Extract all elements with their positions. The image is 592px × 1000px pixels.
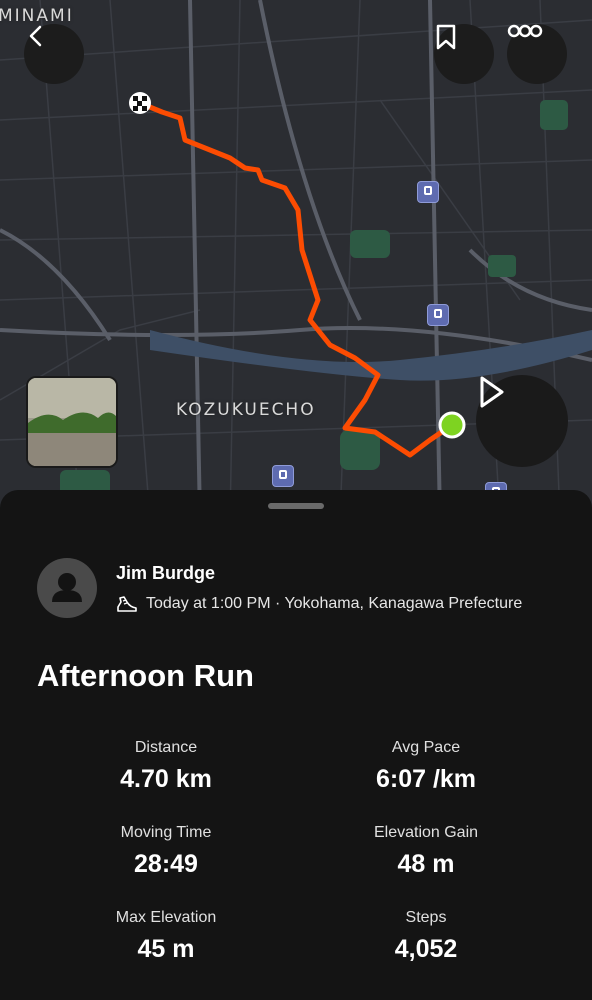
back-button[interactable] [24,24,84,84]
train-station-icon [417,181,439,203]
user-icon [52,573,82,602]
stat-distance: Distance 4.70 km [36,739,296,794]
train-station-icon [272,465,294,487]
stat-value: 45 m [137,935,195,963]
stat-label: Elevation Gain [373,824,479,841]
bookmark-button[interactable] [434,24,494,84]
stat-steps: Steps 4,052 [296,909,556,964]
stat-value: 4.70 km [120,765,212,793]
running-shoe-icon [117,596,137,612]
stat-max-elevation: Max Elevation 45 m [36,909,296,964]
activity-details-sheet: Jim Burdge Today at 1:00 PM · Yokohama, … [0,490,592,1000]
avatar[interactable] [37,558,97,618]
stat-value: 6:07 /km [375,765,477,793]
activity-meta: Today at 1:00 PM · Yokohama, Kanagawa Pr… [116,594,522,614]
start-flag-icon [129,92,151,114]
stat-label: Distance [134,739,198,756]
more-button[interactable] [507,24,567,84]
train-station-icon [427,304,449,326]
activity-photo-thumbnail[interactable] [26,376,118,468]
stat-elevation-gain: Elevation Gain 48 m [296,824,556,879]
activity-title: Afternoon Run [37,658,254,693]
stat-label: Steps [405,909,447,926]
more-icon [507,24,543,38]
photo-image [28,378,116,466]
play-flyover-button[interactable] [476,375,568,467]
play-icon [480,376,504,408]
route-map[interactable]: MINAMI KOZUKUECHO [0,0,592,520]
stat-label: Max Elevation [115,909,217,926]
stat-value: 4,052 [394,935,458,963]
stat-avg-pace: Avg Pace 6:07 /km [296,739,556,794]
chevron-left-icon [29,25,42,47]
stat-moving-time: Moving Time 28:49 [36,824,296,879]
map-label-kozukuecho: KOZUKUECHO [176,400,316,420]
stat-value: 48 m [397,850,455,878]
map-label-minami: MINAMI [0,6,74,26]
stat-value: 28:49 [134,850,198,878]
stat-label: Moving Time [120,824,212,841]
end-marker [438,411,466,439]
bookmark-icon [436,24,456,50]
sheet-grabber[interactable] [268,503,324,509]
stat-label: Avg Pace [391,739,461,756]
activity-meta-text: Today at 1:00 PM · Yokohama, Kanagawa Pr… [146,595,523,612]
athlete-name[interactable]: Jim Burdge [116,563,215,584]
